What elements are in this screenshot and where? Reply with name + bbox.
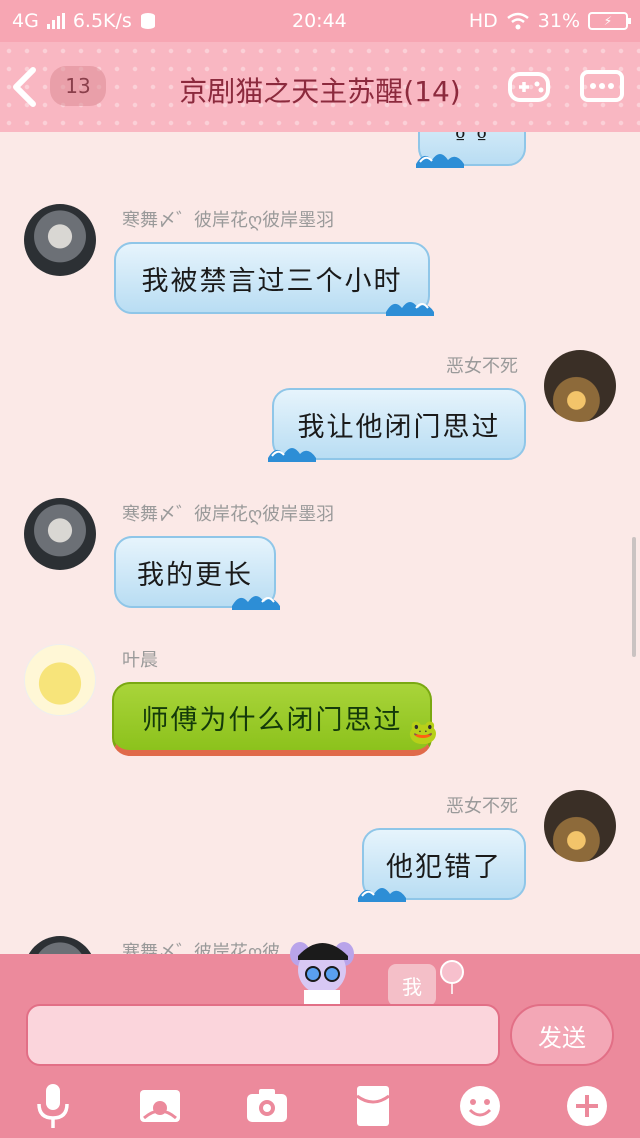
sender-name: 叶晨 — [122, 650, 158, 671]
status-time: 20:44 — [292, 10, 347, 32]
avatar[interactable] — [24, 936, 96, 954]
status-bar: 4G 6.5K/s 20:44 HD 31% ⚡ — [0, 0, 640, 42]
group-menu-icon — [580, 70, 624, 102]
emoji-button[interactable] — [456, 1082, 504, 1130]
microphone-icon — [37, 1084, 70, 1128]
wifi-icon — [506, 12, 529, 30]
red-packet-icon — [356, 1086, 391, 1126]
back-arrow-icon — [13, 67, 36, 107]
gamepad-icon — [508, 72, 550, 102]
message-bubble[interactable]: 他犯错了 — [358, 828, 526, 902]
message-text: 我被禁言过三个小时 — [141, 265, 403, 297]
message-text: 师傅为什么闭门思过 — [141, 704, 403, 736]
more-button[interactable] — [563, 1082, 611, 1130]
toolbar — [0, 1074, 640, 1138]
balloon-icon — [440, 960, 464, 994]
wave-icon — [268, 448, 316, 462]
camera-icon — [246, 1089, 287, 1122]
message-bubble[interactable]: 我让他闭门思过 — [268, 388, 526, 462]
message-bubble-partial[interactable]: º º — [416, 132, 526, 168]
game-button[interactable] — [506, 66, 552, 106]
status-right: HD 31% ⚡ — [468, 10, 631, 32]
scrollbar-thumb[interactable] — [632, 537, 636, 657]
hd-label: HD — [468, 10, 498, 32]
camera-button[interactable] — [243, 1082, 291, 1130]
picture-button[interactable] — [136, 1082, 184, 1130]
plus-icon — [566, 1086, 607, 1126]
message-bubble[interactable]: 我的更长 — [114, 536, 280, 610]
back-button[interactable] — [6, 64, 42, 110]
mascot-icon — [290, 942, 354, 1004]
sender-name: 恶女不死 — [446, 356, 518, 377]
message-bubble[interactable]: 师傅为什么闭门思过 🐸 — [112, 682, 438, 756]
picture-icon — [139, 1090, 180, 1122]
wave-icon — [232, 596, 280, 610]
emoji-icon — [459, 1086, 500, 1126]
sender-name: 恶女不死 — [446, 796, 518, 817]
network-type: 4G — [12, 10, 39, 32]
wave-icon — [416, 154, 464, 168]
battery-icon: ⚡ — [588, 12, 631, 30]
message-bubble[interactable]: 我被禁言过三个小时 — [114, 242, 434, 316]
send-button[interactable]: 发送 — [510, 1004, 614, 1066]
wave-icon — [358, 888, 406, 902]
group-info-button[interactable] — [578, 66, 626, 106]
avatar[interactable] — [24, 204, 96, 276]
message-text: 我的更长 — [137, 559, 253, 591]
message-text: 我让他闭门思过 — [297, 411, 501, 443]
voice-button[interactable] — [29, 1082, 77, 1130]
me-tag[interactable]: 我 — [388, 964, 436, 1006]
message-input[interactable] — [26, 1004, 500, 1066]
chat-title: 京剧猫之天主苏醒(14) — [179, 75, 461, 108]
title-bar: 13 京剧猫之天主苏醒(14) — [0, 42, 640, 132]
status-left: 4G 6.5K/s — [12, 10, 156, 32]
sender-name: 寒舞〆゛彼岸花ღ彼 — [122, 942, 281, 954]
avatar[interactable] — [544, 350, 616, 422]
unread-count-badge[interactable]: 13 — [50, 66, 106, 106]
message-text: 他犯错了 — [386, 851, 502, 883]
avatar[interactable] — [24, 644, 96, 716]
avatar[interactable] — [24, 498, 96, 570]
database-icon — [140, 13, 155, 29]
frog-sticker-icon: 🐸 — [408, 718, 440, 746]
signal-icon — [46, 13, 65, 29]
red-packet-button[interactable] — [349, 1082, 397, 1130]
chat-area[interactable]: º º 寒舞〆゛彼岸花ღ彼岸墨羽 我被禁言过三个小时 恶女不死 我让他闭门思过 … — [0, 132, 640, 954]
wave-icon — [386, 302, 434, 316]
battery-percent: 31% — [537, 10, 580, 32]
network-speed: 6.5K/s — [72, 10, 132, 32]
sender-name: 寒舞〆゛彼岸花ღ彼岸墨羽 — [122, 210, 335, 231]
avatar[interactable] — [544, 790, 616, 862]
sender-name: 寒舞〆゛彼岸花ღ彼岸墨羽 — [122, 504, 335, 525]
